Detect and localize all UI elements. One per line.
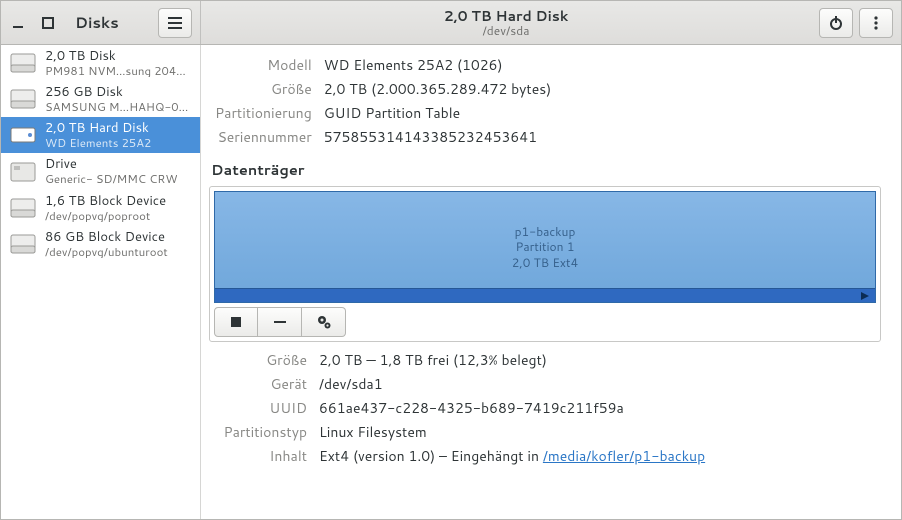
body: 2,0 TB DiskPM981 NVM…sung 2048GB256 GB D… — [1, 45, 901, 519]
stop-icon — [231, 317, 241, 327]
partition-block: p1-backup Partition 1 2,0 TB Ext4 — [512, 224, 578, 271]
device-title: 2,0 TB Hard Disk — [45, 121, 151, 136]
gears-icon — [316, 314, 332, 330]
value-ptype: Linux Filesystem — [313, 420, 711, 444]
sidebar-item[interactable]: 256 GB DiskSAMSUNG M…HAHQ-000L7 — [1, 81, 200, 117]
device-title: 256 GB Disk — [45, 85, 192, 100]
sidebar-item[interactable]: 1,6 TB Block Device/dev/popvg/poproot — [1, 190, 200, 226]
minimize-icon[interactable] — [9, 14, 27, 32]
header-subtitle: /dev/sda — [483, 24, 530, 38]
device-title: Drive — [45, 157, 177, 172]
sidebar-item[interactable]: 2,0 TB DiskPM981 NVM…sung 2048GB — [1, 45, 200, 81]
label-serial: Seriennummer — [209, 125, 318, 149]
label-psize: Größe — [209, 348, 313, 372]
label-contents: Inhalt — [209, 444, 313, 468]
drive-options-button[interactable] — [859, 8, 893, 38]
hamburger-menu-button[interactable] — [158, 8, 192, 38]
sidebar-item[interactable]: 86 GB Block Device/dev/popvg/ubunturoot — [1, 226, 200, 262]
disks-window: Disks 2,0 TB Hard Disk /dev/sda 2,0 TB D… — [0, 0, 902, 520]
titlebar: Disks 2,0 TB Hard Disk /dev/sda — [1, 1, 901, 45]
device-sidebar: 2,0 TB DiskPM981 NVM…sung 2048GB256 GB D… — [1, 45, 201, 519]
content-pane: Modell WD Elements 25A2 (1026) Größe 2,0… — [201, 45, 901, 519]
minus-icon — [274, 316, 286, 328]
titlebar-left: Disks — [1, 1, 201, 44]
value-size: 2,0 TB (2.000.365.289.472 bytes) — [318, 77, 558, 101]
value-contents: Ext4 (version 1.0) – Eingehängt in /medi… — [313, 444, 711, 468]
device-subtitle: /dev/popvg/ubunturoot — [45, 245, 168, 258]
partition-name: p1-backup — [512, 224, 578, 240]
partition-scrollbar[interactable] — [215, 288, 875, 302]
partition-map[interactable]: p1-backup Partition 1 2,0 TB Ext4 — [214, 191, 876, 303]
label-ptype: Partitionstyp — [209, 420, 313, 444]
device-subtitle: Generic- SD/MMC CRW — [45, 172, 177, 185]
mount-toggle-button[interactable] — [214, 307, 258, 337]
device-title: 1,6 TB Block Device — [45, 194, 166, 209]
drive-details: Modell WD Elements 25A2 (1026) Größe 2,0… — [209, 53, 557, 149]
value-partitioning: GUID Partition Table — [318, 101, 558, 125]
value-model: WD Elements 25A2 (1026) — [318, 53, 558, 77]
partition-options-button[interactable] — [302, 307, 346, 337]
value-uuid: 661ae437-c228-4325-b689-7419c211f59a — [313, 396, 711, 420]
label-device: Gerät — [209, 372, 313, 396]
label-uuid: UUID — [209, 396, 313, 420]
label-model: Modell — [209, 53, 318, 77]
app-title: Disks — [75, 12, 119, 33]
sidebar-item[interactable]: 2,0 TB Hard DiskWD Elements 25A2 — [1, 117, 200, 153]
volumes-heading: Datenträger — [211, 159, 881, 180]
volumes-frame: p1-backup Partition 1 2,0 TB Ext4 — [209, 186, 881, 342]
maximize-icon[interactable] — [39, 14, 57, 32]
contents-prefix: Ext4 (version 1.0) – Eingehängt in — [319, 446, 543, 466]
titlebar-right — [811, 1, 901, 44]
device-subtitle: /dev/popvg/poproot — [45, 209, 166, 222]
delete-partition-button[interactable] — [258, 307, 302, 337]
device-title: 86 GB Block Device — [45, 230, 168, 245]
label-size: Größe — [209, 77, 318, 101]
device-subtitle: WD Elements 25A2 — [45, 136, 151, 149]
titlebar-center: 2,0 TB Hard Disk /dev/sda — [201, 1, 811, 44]
value-device: /dev/sda1 — [313, 372, 711, 396]
sidebar-item[interactable]: DriveGeneric- SD/MMC CRW — [1, 153, 200, 189]
value-psize: 2,0 TB — 1,8 TB frei (12,3% belegt) — [313, 348, 711, 372]
power-button[interactable] — [819, 8, 853, 38]
device-subtitle: PM981 NVM…sung 2048GB — [45, 64, 192, 77]
play-icon — [861, 292, 869, 300]
partition-details: Größe 2,0 TB — 1,8 TB frei (12,3% belegt… — [209, 348, 711, 468]
device-title: 2,0 TB Disk — [45, 49, 192, 64]
partition-label: Partition 1 — [512, 239, 578, 255]
volume-toolbar — [214, 307, 876, 337]
device-subtitle: SAMSUNG M…HAHQ-000L7 — [45, 100, 192, 113]
partition-size: 2,0 TB Ext4 — [512, 255, 578, 271]
mountpoint-link[interactable]: /media/kofler/p1-backup — [543, 446, 705, 466]
label-partitioning: Partitionierung — [209, 101, 318, 125]
value-serial: 575855314143385232453641 — [318, 125, 558, 149]
